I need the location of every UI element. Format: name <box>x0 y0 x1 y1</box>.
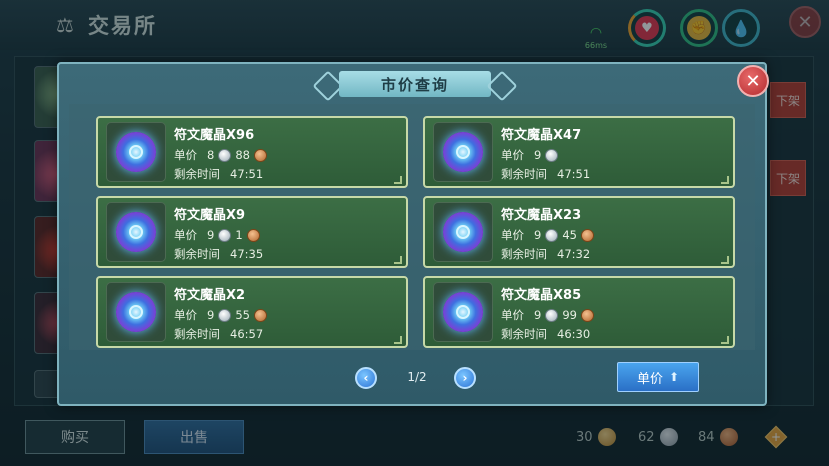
silver-coin-icon <box>545 148 559 162</box>
copper-coin-icon <box>580 308 594 322</box>
unit-price: 单价 9 <box>501 147 559 163</box>
modal-title-bar: 市价查询 <box>317 70 513 98</box>
listing-card[interactable]: 符文魔晶X2 单价 9 55 剩余时间 46:57 <box>96 276 408 348</box>
page-indicator: 1/2 <box>407 370 427 384</box>
unit-price: 单价 8 88 <box>174 147 267 163</box>
unit-price: 单价 9 99 <box>501 307 594 323</box>
remaining-time: 剩余时间 47:51 <box>501 167 591 181</box>
silver-coin-icon <box>545 308 559 322</box>
remaining-time: 剩余时间 47:51 <box>174 167 264 181</box>
listing-card[interactable]: 符文魔晶X23 单价 9 45 剩余时间 47:32 <box>423 196 735 268</box>
unit-price: 单价 9 45 <box>501 227 594 243</box>
item-name: 符文魔晶X2 <box>174 288 246 303</box>
remaining-time: 剩余时间 47:32 <box>501 247 591 261</box>
chevron-right-icon: › <box>462 371 468 385</box>
item-name: 符文魔晶X47 <box>501 128 582 143</box>
copper-coin-icon <box>253 308 267 322</box>
silver-coin-icon <box>218 308 232 322</box>
remaining-time: 剩余时间 47:35 <box>174 247 264 261</box>
item-name: 符文魔晶X96 <box>174 128 255 143</box>
item-name: 符文魔晶X23 <box>501 208 582 223</box>
rune-crystal-icon <box>106 282 166 342</box>
rune-crystal-icon <box>433 122 493 182</box>
remaining-time: 剩余时间 46:57 <box>174 327 264 341</box>
silver-coin-icon <box>218 148 232 162</box>
listing-card[interactable]: 符文魔晶X85 单价 9 99 剩余时间 46:30 <box>423 276 735 348</box>
rune-crystal-icon <box>433 282 493 342</box>
modal-title: 市价查询 <box>380 75 449 94</box>
copper-coin-icon <box>580 228 594 242</box>
listing-card[interactable]: 符文魔晶X96 单价 8 88 剩余时间 47:51 <box>96 116 408 188</box>
listing-card[interactable]: 符文魔晶X9 单价 9 1 剩余时间 47:35 <box>96 196 408 268</box>
sort-by-unit-price-button[interactable]: 单价 ⬆ <box>617 362 699 392</box>
previous-page-button[interactable]: ‹ <box>355 367 377 389</box>
rune-crystal-icon <box>433 202 493 262</box>
remaining-time: 剩余时间 46:30 <box>501 327 591 341</box>
modal-close-button[interactable]: ✕ <box>737 65 769 97</box>
sort-arrow-icon: ⬆ <box>668 370 680 384</box>
unit-price: 单价 9 55 <box>174 307 267 323</box>
silver-coin-icon <box>545 228 559 242</box>
unit-price: 单价 9 1 <box>174 227 260 243</box>
chevron-left-icon: ‹ <box>363 371 369 385</box>
sort-label: 单价 <box>636 371 663 387</box>
rune-crystal-icon <box>106 122 166 182</box>
item-name: 符文魔晶X9 <box>174 208 246 223</box>
rune-crystal-icon <box>106 202 166 262</box>
item-name: 符文魔晶X85 <box>501 288 582 303</box>
copper-coin-icon <box>253 148 267 162</box>
copper-coin-icon <box>246 228 260 242</box>
price-query-modal: 市价查询 ✕ 符文魔晶X96 单价 8 88 剩余时间 47:51 符文魔晶X4… <box>57 62 769 406</box>
silver-coin-icon <box>218 228 232 242</box>
next-page-button[interactable]: › <box>454 367 476 389</box>
listing-card[interactable]: 符文魔晶X47 单价 9 剩余时间 47:51 <box>423 116 735 188</box>
